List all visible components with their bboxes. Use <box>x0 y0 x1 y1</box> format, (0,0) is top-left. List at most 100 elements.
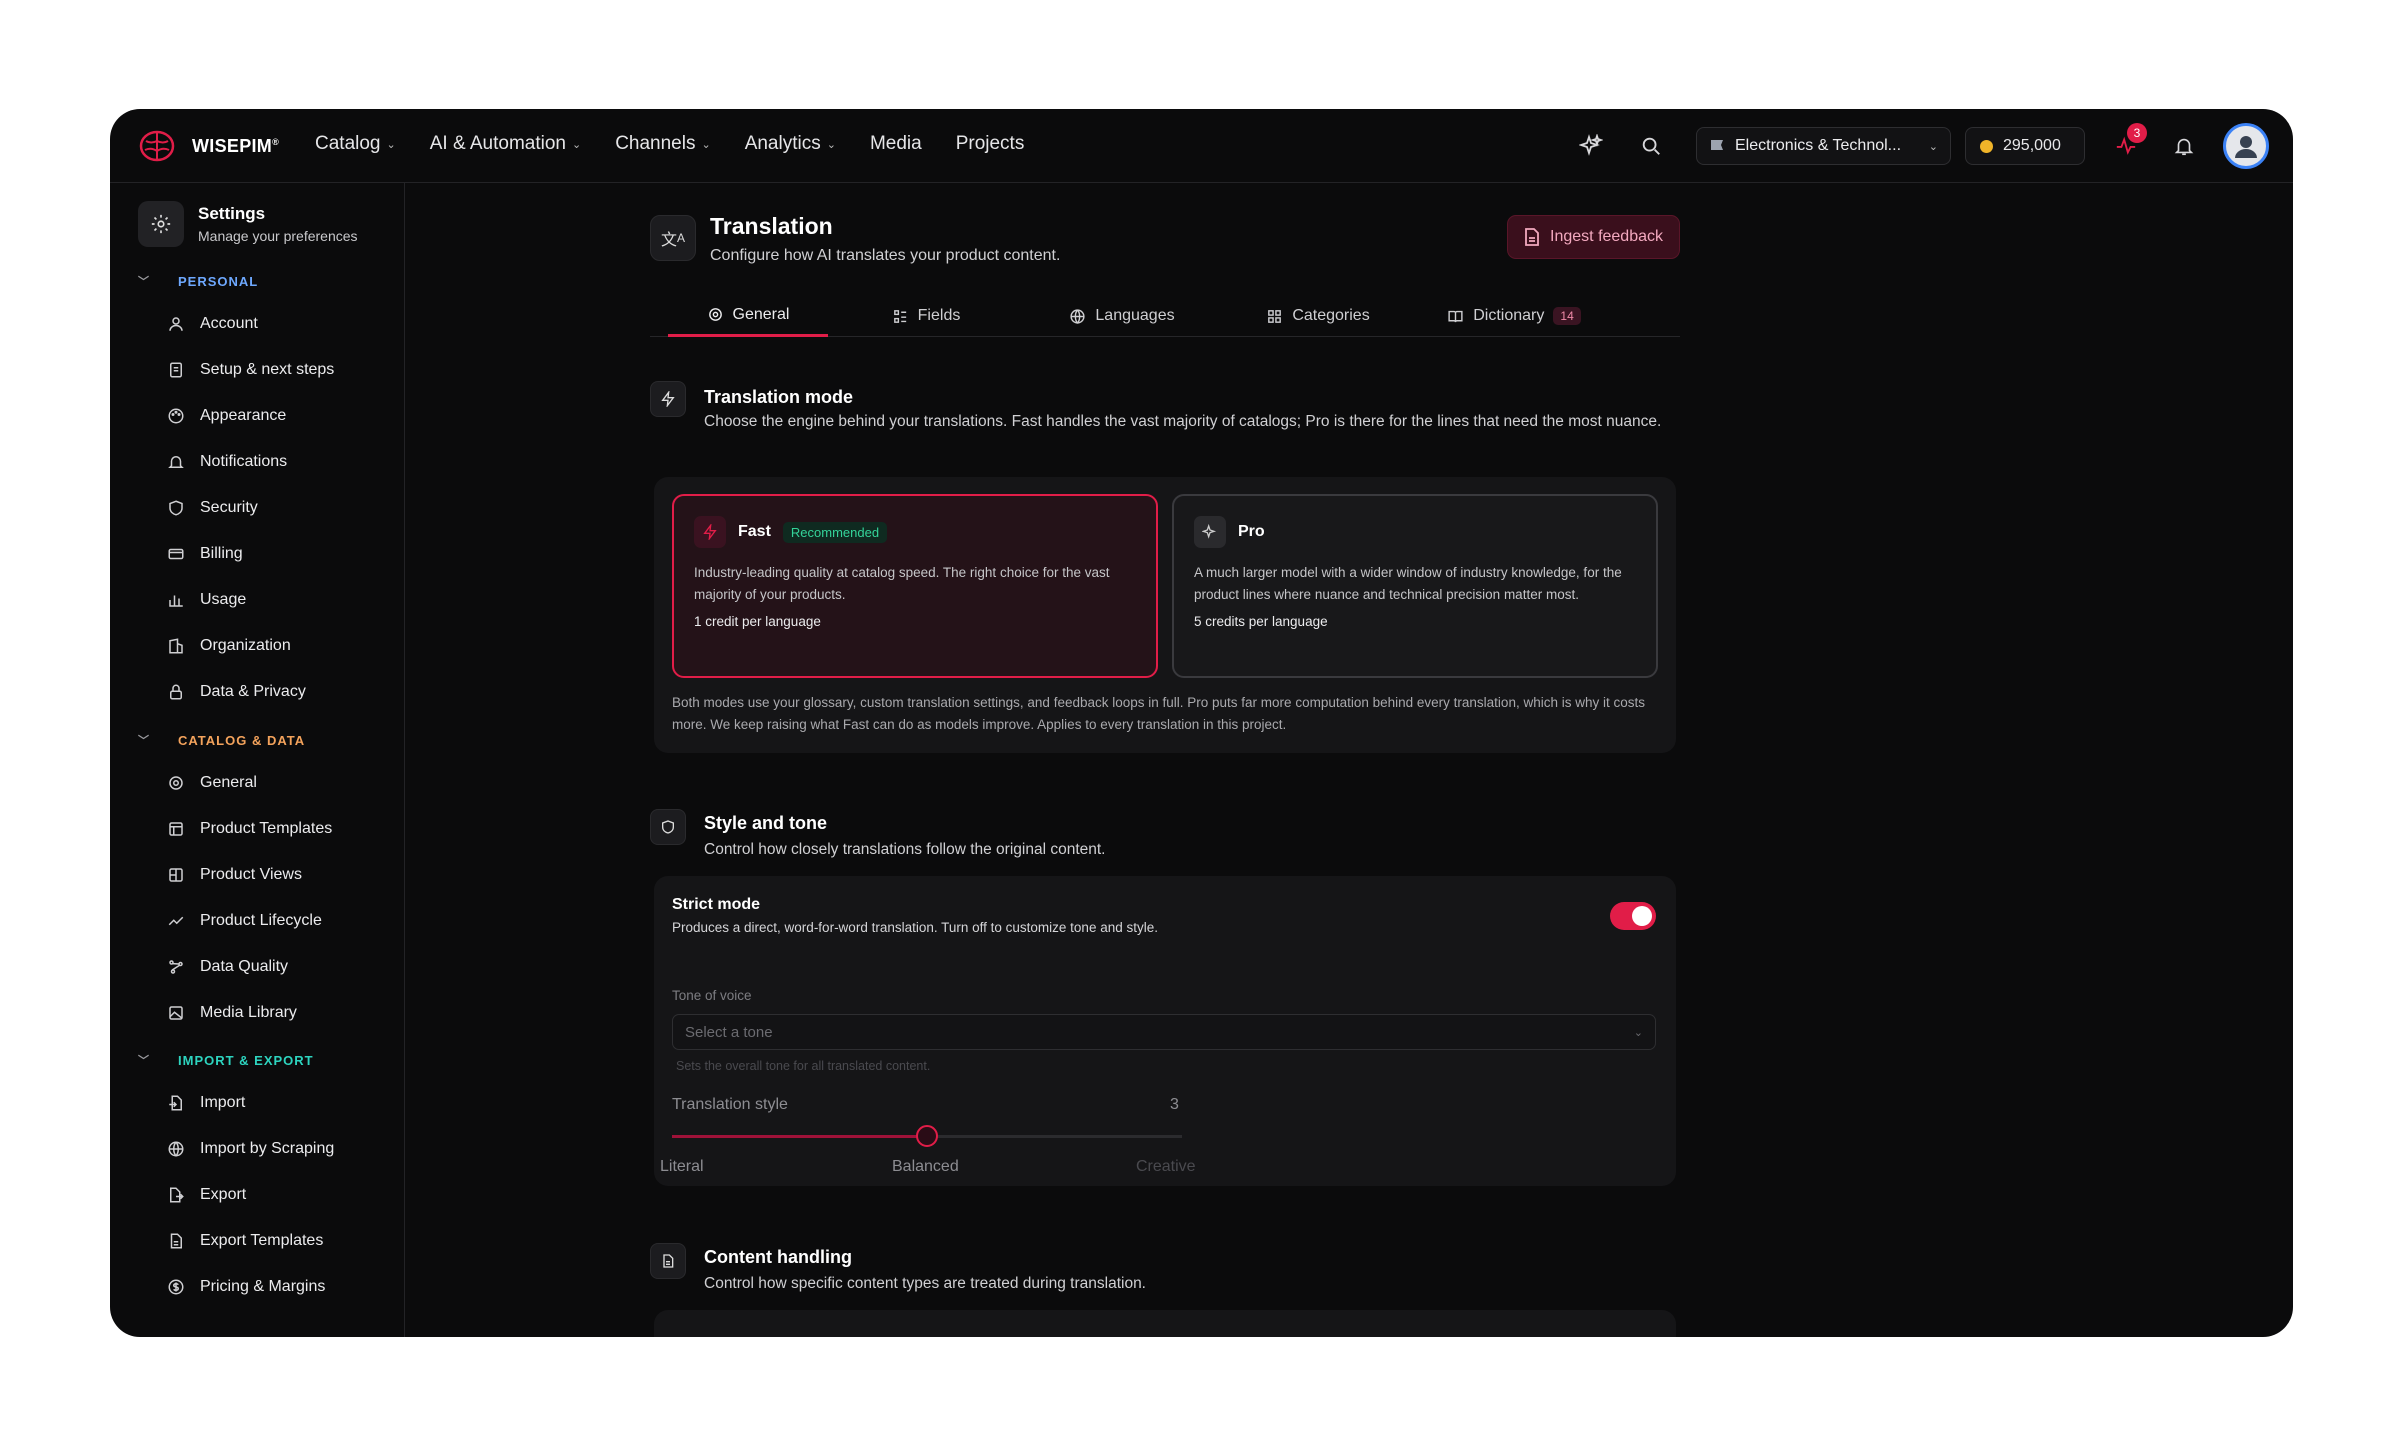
section-personal[interactable]: ﹀ PERSONAL <box>138 273 258 289</box>
shield-icon <box>166 498 186 518</box>
sidebar-item-export[interactable]: Export <box>166 1185 246 1205</box>
chevron-down-icon: ⌄ <box>386 138 396 151</box>
chevron-down-icon: ﹀ <box>138 1055 150 1067</box>
tone-select[interactable]: Select a tone ⌄ <box>672 1014 1656 1050</box>
alert-count-badge: 3 <box>2127 123 2147 143</box>
ai-sparkles-button[interactable] <box>1574 129 1608 163</box>
sidebar-item-general[interactable]: General <box>166 773 257 793</box>
notifications-button[interactable] <box>2167 129 2201 163</box>
mode-footnote: Both modes use your glossary, custom tra… <box>672 695 1645 732</box>
translation-style-label: Translation style <box>672 1096 788 1113</box>
section-import-export[interactable]: ﹀ IMPORT & EXPORT <box>138 1052 314 1068</box>
settings-title: Settings <box>198 204 266 223</box>
sidebar-item-data-quality[interactable]: Data Quality <box>166 957 288 977</box>
book-icon <box>1448 310 1463 322</box>
style-tone-panel: Strict mode Produces a direct, word-for-… <box>654 876 1676 1186</box>
user-icon <box>166 314 186 334</box>
document-icon <box>650 1243 686 1279</box>
settings-subtitle: Manage your preferences <box>198 228 358 244</box>
template-icon <box>166 819 186 839</box>
sidebar-item-notifications[interactable]: Notifications <box>166 452 287 472</box>
slider-label-creative: Creative <box>1136 1158 1196 1175</box>
sidebar-item-product-templates[interactable]: Product Templates <box>166 819 332 839</box>
globe-icon <box>166 1139 186 1159</box>
fast-cost: 1 credit per language <box>694 614 821 629</box>
pro-desc: A much larger model with a wider window … <box>1194 565 1622 602</box>
workspace-select[interactable]: Electronics & Technol... ⌄ <box>1696 127 1951 165</box>
nav-catalog[interactable]: Catalog ⌄ <box>315 133 396 155</box>
sidebar-item-appearance[interactable]: Appearance <box>166 406 286 426</box>
main-nav: Catalog ⌄ AI & Automation ⌄ Channels ⌄ Anal… <box>315 133 1058 155</box>
nav-ai-automation[interactable]: AI & Automation ⌄ <box>430 133 581 155</box>
tab-general[interactable]: General <box>668 295 828 337</box>
translate-icon: 文A <box>650 215 696 261</box>
recommended-badge: Recommended <box>782 521 888 543</box>
tone-label: Tone of voice <box>672 988 752 1003</box>
layout-icon <box>166 865 186 885</box>
brain-logo-icon <box>139 130 175 162</box>
sidebar-item-account[interactable]: Account <box>166 314 258 334</box>
file-export-icon <box>166 1185 186 1205</box>
sidebar-item-billing[interactable]: Billing <box>166 544 243 564</box>
sidebar-item-product-views[interactable]: Product Views <box>166 865 302 885</box>
tone-placeholder: Select a tone <box>685 1023 773 1041</box>
tab-languages[interactable]: Languages <box>1024 295 1220 337</box>
nav-analytics[interactable]: Analytics ⌄ <box>745 133 836 155</box>
tab-categories[interactable]: Categories <box>1220 295 1416 337</box>
sidebar-item-import[interactable]: Import <box>166 1093 245 1113</box>
coin-icon <box>1980 139 1993 153</box>
fast-name: Fast <box>738 523 771 540</box>
user-avatar[interactable] <box>2223 123 2269 169</box>
translation-style-slider[interactable] <box>672 1125 1182 1147</box>
sidebar-item-media-library[interactable]: Media Library <box>166 1003 297 1023</box>
chevron-down-icon: ⌄ <box>1633 1026 1643 1039</box>
gear-icon <box>708 308 722 321</box>
mode-card-fast[interactable]: Fast Recommended Industry-leading qualit… <box>672 494 1158 678</box>
sidebar-item-export-templates[interactable]: Export Templates <box>166 1231 323 1251</box>
nav-media[interactable]: Media <box>870 133 922 155</box>
sparkles-icon <box>1194 516 1226 548</box>
image-icon <box>166 1003 186 1023</box>
page-title: Translation <box>710 213 833 239</box>
sidebar-item-security[interactable]: Security <box>166 498 258 518</box>
sidebar-item-data-privacy[interactable]: Data & Privacy <box>166 682 306 702</box>
settings-header: Settings Manage your preferences <box>138 201 358 247</box>
tab-fields[interactable]: Fields <box>828 295 1024 337</box>
chevron-down-icon: ⌄ <box>826 138 836 151</box>
mode-card-pro[interactable]: Pro A much larger model with a wider win… <box>1172 494 1658 678</box>
user-icon <box>2235 136 2257 158</box>
sidebar-item-pricing-margins[interactable]: Pricing & Margins <box>166 1277 325 1297</box>
chevron-down-icon: ⌄ <box>1928 140 1938 153</box>
sidebar-item-usage[interactable]: Usage <box>166 590 246 610</box>
style-tone-desc: Control how closely translations follow … <box>704 841 1106 858</box>
fast-desc: Industry-leading quality at catalog spee… <box>694 565 1110 602</box>
ingest-feedback-button[interactable]: Ingest feedback <box>1507 215 1680 259</box>
building-icon <box>166 636 186 656</box>
network-icon <box>166 957 186 977</box>
activity-alerts-button[interactable]: 3 <box>2111 123 2147 161</box>
tab-dictionary[interactable]: Dictionary 14 <box>1416 295 1612 337</box>
sidebar-item-product-lifecycle[interactable]: Product Lifecycle <box>166 911 322 931</box>
credits-balance[interactable]: 295,000 <box>1965 127 2085 165</box>
section-catalog-data[interactable]: ﹀ CATALOG & DATA <box>138 732 305 748</box>
credit-card-icon <box>166 544 186 564</box>
gear-icon <box>166 773 186 793</box>
strict-mode-toggle[interactable] <box>1610 902 1656 930</box>
pro-cost: 5 credits per language <box>1194 614 1328 629</box>
pro-name: Pro <box>1238 523 1265 540</box>
nav-channels[interactable]: Channels ⌄ <box>615 133 711 155</box>
search-icon <box>1642 137 1660 155</box>
credits-value: 295,000 <box>2003 137 2061 154</box>
bar-chart-icon <box>166 590 186 610</box>
sidebar-item-organization[interactable]: Organization <box>166 636 291 656</box>
file-icon <box>1525 228 1539 246</box>
slider-thumb[interactable] <box>916 1125 938 1147</box>
chevron-down-icon: ⌄ <box>571 138 582 151</box>
search-button[interactable] <box>1634 129 1668 163</box>
nav-projects[interactable]: Projects <box>956 133 1025 155</box>
sidebar-item-import-scraping[interactable]: Import by Scraping <box>166 1139 334 1159</box>
sidebar-item-setup[interactable]: Setup & next steps <box>166 360 334 380</box>
bell-icon <box>166 452 186 472</box>
logo[interactable]: WISEPIM® <box>138 129 279 163</box>
strict-mode-desc: Produces a direct, word-for-word transla… <box>672 920 1158 935</box>
